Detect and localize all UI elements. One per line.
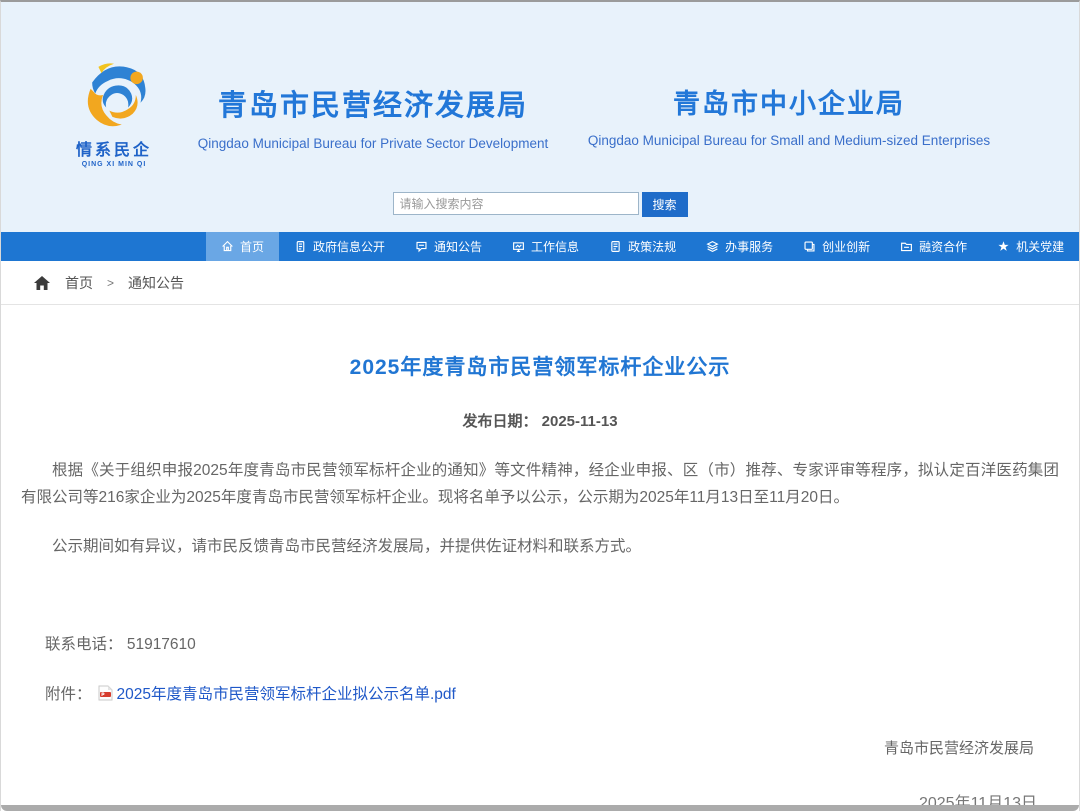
nav-item-9[interactable]: 机关党建 xyxy=(982,232,1079,261)
article-body: 2025年度青岛市民营领军标杆企业公示 发布日期： 2025-11-13 根据《… xyxy=(1,351,1079,704)
browser-page: 情系民企 QING XI MIN QI 青岛市民营经济发展局 Qingdao M… xyxy=(0,0,1080,811)
nav-item-4[interactable]: 工作信息 xyxy=(497,232,594,261)
bureau-left-subtitle: Qingdao Municipal Bureau for Private Sec… xyxy=(193,136,553,151)
signoff-organization: 青岛市民营经济发展局 xyxy=(884,737,1034,758)
nav-item-label: 创业创新 xyxy=(822,238,870,255)
home-icon[interactable] xyxy=(33,275,51,291)
chat-bubble-icon xyxy=(415,240,428,253)
logo-cn-text: 情系民企 xyxy=(59,136,169,160)
nav-item-8[interactable]: 融资合作 xyxy=(885,232,982,261)
logo-en-text: QING XI MIN QI xyxy=(59,161,169,168)
nav-item-label: 通知公告 xyxy=(434,238,482,255)
search-input[interactable] xyxy=(393,192,639,215)
folder-icon xyxy=(900,240,913,253)
bureau-left-title: 青岛市民营经济发展局 xyxy=(193,82,553,124)
bureau-right-title: 青岛市中小企业局 xyxy=(579,82,999,121)
nav-item-label: 工作信息 xyxy=(531,238,579,255)
nav-item-1[interactable]: 首页 xyxy=(206,232,279,261)
article-paragraph: 根据《关于组织申报2025年度青岛市民营领军标杆企业的通知》等文件精神，经企业申… xyxy=(21,457,1059,511)
nav-item-label: 机关党建 xyxy=(1016,238,1064,255)
attachment-label: 附件： xyxy=(45,682,92,704)
copy-icon xyxy=(803,240,816,253)
article-paragraph: 公示期间如有异议，请市民反馈青岛市民营经济发展局，并提供佐证材料和联系方式。 xyxy=(21,533,1059,560)
site-header: 情系民企 QING XI MIN QI 青岛市民营经济发展局 Qingdao M… xyxy=(1,2,1079,232)
publish-date: 发布日期： 2025-11-13 xyxy=(21,410,1059,431)
bureau-row: 情系民企 QING XI MIN QI 青岛市民营经济发展局 Qingdao M… xyxy=(1,54,1079,168)
article-title: 2025年度青岛市民营领军标杆企业公示 xyxy=(21,351,1059,381)
monitor-icon xyxy=(512,240,525,253)
bureau-right-subtitle: Qingdao Municipal Bureau for Small and M… xyxy=(579,133,999,148)
party-emblem-icon xyxy=(997,240,1010,253)
contact-line: 联系电话： 51917610 xyxy=(21,632,1059,654)
contact-label: 联系电话： xyxy=(45,636,123,653)
logo-swirl-icon xyxy=(73,56,155,134)
nav-item-3[interactable]: 通知公告 xyxy=(400,232,497,261)
breadcrumb-home-link[interactable]: 首页 xyxy=(65,273,93,293)
pdf-file-icon xyxy=(98,685,113,701)
nav-item-label: 首页 xyxy=(240,238,264,255)
nav-item-7[interactable]: 创业创新 xyxy=(788,232,885,261)
nav-item-2[interactable]: 政府信息公开 xyxy=(279,232,400,261)
home-icon xyxy=(221,240,234,253)
bureau-private-sector: 青岛市民营经济发展局 Qingdao Municipal Bureau for … xyxy=(193,82,553,151)
contact-phone-value: 51917610 xyxy=(127,636,196,653)
nav-item-6[interactable]: 办事服务 xyxy=(691,232,788,261)
attachment-pdf-link[interactable]: 2025年度青岛市民营领军标杆企业拟公示名单.pdf xyxy=(117,682,456,704)
nav-item-label: 政策法规 xyxy=(628,238,676,255)
main-nav: 首页 政府信息公开 通知公告 工作信息 政策法规 办事服务 创业创新 融资合作 机关党建 xyxy=(1,232,1079,261)
nav-item-label: 政府信息公开 xyxy=(313,238,385,255)
site-logo: 情系民企 QING XI MIN QI xyxy=(59,56,169,168)
search-bar: 搜索 xyxy=(1,192,1079,217)
nav-item-label: 融资合作 xyxy=(919,238,967,255)
breadcrumb-current[interactable]: 通知公告 xyxy=(128,273,184,293)
publish-date-value: 2025-11-13 xyxy=(542,413,618,430)
attachment-line: 附件： 2025年度青岛市民营领军标杆企业拟公示名单.pdf xyxy=(21,682,1059,704)
document-icon xyxy=(294,240,307,253)
nav-item-label: 办事服务 xyxy=(725,238,773,255)
publish-date-label: 发布日期： xyxy=(462,413,537,430)
layers-icon xyxy=(706,240,719,253)
breadcrumb: 首页 > 通知公告 xyxy=(1,261,1079,305)
window-bottom-edge xyxy=(1,805,1079,811)
search-button[interactable]: 搜索 xyxy=(642,192,688,217)
bureau-sme: 青岛市中小企业局 Qingdao Municipal Bureau for Sm… xyxy=(579,82,999,148)
nav-item-5[interactable]: 政策法规 xyxy=(594,232,691,261)
policy-doc-icon xyxy=(609,240,622,253)
breadcrumb-separator: > xyxy=(107,276,114,290)
nav-list: 首页 政府信息公开 通知公告 工作信息 政策法规 办事服务 创业创新 融资合作 机关党建 xyxy=(1,232,1079,261)
